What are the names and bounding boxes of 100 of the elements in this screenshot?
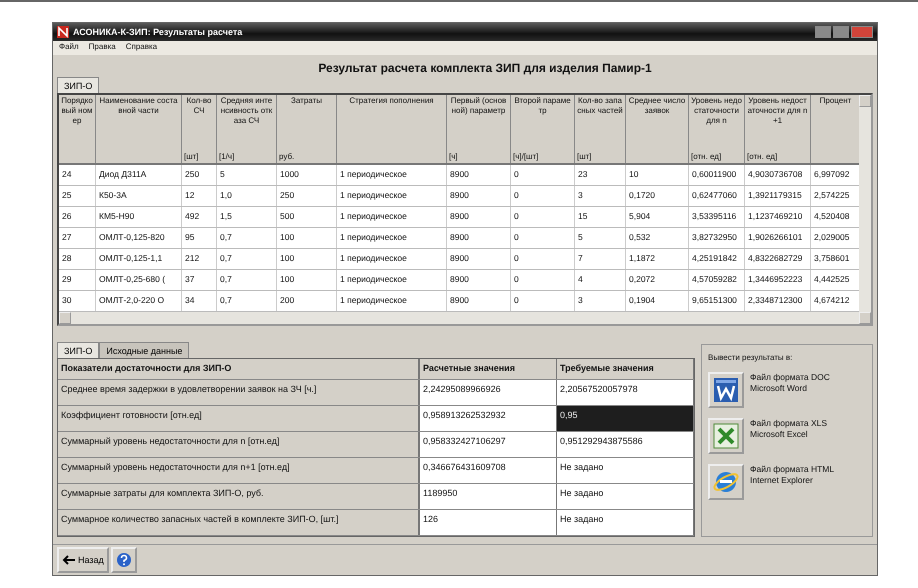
close-button[interactable] bbox=[851, 26, 873, 38]
table-cell: 0,7 bbox=[217, 270, 277, 290]
table-cell: 8900 bbox=[447, 207, 511, 227]
table-cell: 1,3446952223 bbox=[745, 270, 811, 290]
table-cell: 8900 bbox=[447, 291, 511, 311]
help-button[interactable] bbox=[110, 547, 137, 573]
table-cell: 200 bbox=[277, 291, 337, 311]
table-cell: 1 периодическое bbox=[337, 249, 447, 269]
document-icon bbox=[712, 376, 740, 404]
table-cell[interactable]: Не задано bbox=[557, 510, 694, 535]
table-cell: 3,53395116 bbox=[689, 207, 745, 227]
table-cell: 492 bbox=[182, 207, 217, 227]
table-cell: 0,7 bbox=[217, 291, 277, 311]
table-cell: КМ5-Н90 bbox=[96, 207, 182, 227]
table-cell: 250 bbox=[277, 186, 337, 206]
menu-item[interactable]: Правка bbox=[88, 42, 116, 54]
table-cell[interactable]: 0,95 bbox=[557, 406, 694, 431]
column-header: Наименование составной части bbox=[96, 95, 182, 163]
table-cell: 0 bbox=[511, 270, 575, 290]
globe-button[interactable] bbox=[708, 464, 744, 500]
table-cell: 0,7 bbox=[217, 228, 277, 248]
table-cell: 100 bbox=[277, 270, 337, 290]
table-cell[interactable]: Не задано bbox=[557, 484, 694, 509]
table-cell: 0 bbox=[511, 186, 575, 206]
column-header: Показатели достаточности для ЗИП-О bbox=[58, 359, 420, 379]
table-cell: К50-3А bbox=[96, 186, 182, 206]
table-cell: 0,1720 bbox=[626, 186, 689, 206]
table-cell: 8900 bbox=[447, 270, 511, 290]
table-cell: 4,25191842 bbox=[689, 249, 745, 269]
minimize-button[interactable] bbox=[815, 26, 831, 38]
table-cell: 34 bbox=[182, 291, 217, 311]
table-cell: 0,346676431609708 bbox=[420, 458, 557, 483]
table-cell: 8900 bbox=[447, 228, 511, 248]
column-header: Уровень недостаточности для n+1 [отн. ед] bbox=[745, 95, 811, 163]
table-cell: 0,2072 bbox=[626, 270, 689, 290]
tab[interactable]: ЗИП-О bbox=[57, 342, 100, 358]
table-cell: 100 bbox=[277, 249, 337, 269]
window-title: АСОНИКА-К-ЗИП: Результаты расчета bbox=[73, 27, 244, 37]
table-cell: ОМЛТ-0,125-820 bbox=[96, 228, 182, 248]
table-cell: 1,1872 bbox=[626, 249, 689, 269]
tab[interactable]: ЗИП-О bbox=[57, 77, 100, 93]
table-cell: 0,958332427106297 bbox=[420, 432, 557, 457]
table-cell: 0,532 bbox=[626, 228, 689, 248]
horizontal-scrollbar[interactable] bbox=[59, 312, 859, 324]
help-icon bbox=[116, 552, 132, 568]
column-header: Стратегия пополнения bbox=[337, 95, 447, 163]
column-header: Среднее число заявок bbox=[626, 95, 689, 163]
table-cell: 5 bbox=[217, 165, 277, 185]
table-cell: 4,8322682729 bbox=[745, 249, 811, 269]
table-cell: 1,0 bbox=[217, 186, 277, 206]
table-cell: 27 bbox=[59, 228, 96, 248]
table-cell: 10 bbox=[626, 165, 689, 185]
export-label: Файл формата XLS Microsoft Excel bbox=[750, 418, 828, 440]
table-cell: 500 bbox=[277, 207, 337, 227]
table-cell: 26 bbox=[59, 207, 96, 227]
table-cell: ОМЛТ-0,125-1,1 bbox=[96, 249, 182, 269]
table-cell: 8900 bbox=[447, 249, 511, 269]
table-cell: 0 bbox=[511, 207, 575, 227]
column-header: Требуемые значения bbox=[557, 359, 694, 379]
table-cell: 1 периодическое bbox=[337, 207, 447, 227]
document-button[interactable] bbox=[708, 372, 744, 408]
table-cell: 5,904 bbox=[626, 207, 689, 227]
vertical-scrollbar[interactable] bbox=[859, 95, 871, 324]
table-cell: 0,1904 bbox=[626, 291, 689, 311]
table-cell: 0,958913262532932 bbox=[420, 406, 557, 431]
tab[interactable]: Исходные данные bbox=[99, 342, 190, 358]
spreadsheet-icon bbox=[712, 422, 740, 450]
table-cell: 7 bbox=[575, 249, 626, 269]
menu-item[interactable]: Справка bbox=[126, 42, 158, 54]
table-cell: Диод Д311А bbox=[96, 165, 182, 185]
table-cell: 5 bbox=[575, 228, 626, 248]
table-cell: 8900 bbox=[447, 165, 511, 185]
table-cell[interactable]: 0,951292943875586 bbox=[557, 432, 694, 457]
menu-item[interactable]: Файл bbox=[59, 42, 79, 54]
page-heading: Результат расчета комплекта ЗИП для изделия Памир-1 bbox=[317, 60, 653, 77]
table-cell: 4,9030736708 bbox=[745, 165, 811, 185]
table-cell: 250 bbox=[182, 165, 217, 185]
table-cell: 3 bbox=[575, 291, 626, 311]
table-cell: 0 bbox=[511, 291, 575, 311]
export-label: Файл формата DOC Microsoft Word bbox=[750, 372, 830, 394]
table-cell: 1 периодическое bbox=[337, 228, 447, 248]
table-cell: 29 bbox=[59, 270, 96, 290]
column-header: Средняя интенсивность отказа СЧ [1/ч] bbox=[217, 95, 277, 163]
table-cell: ОМЛТ-0,25-680 ( bbox=[96, 270, 182, 290]
column-header: Уровень недостаточности для n [отн. ед] bbox=[689, 95, 745, 163]
table-cell: 1 периодическое bbox=[337, 165, 447, 185]
table-cell[interactable]: 2,20567520057978 bbox=[557, 380, 694, 405]
table-cell: 3,82732950 bbox=[689, 228, 745, 248]
column-header: Первый (основной) параметр [ч] bbox=[447, 95, 511, 163]
table-cell[interactable]: Не задано bbox=[557, 458, 694, 483]
left-arrow-icon bbox=[62, 555, 76, 565]
table-cell: 0,60011900 bbox=[689, 165, 745, 185]
spreadsheet-button[interactable] bbox=[708, 418, 744, 454]
column-header: Затраты руб. bbox=[277, 95, 337, 163]
back-button[interactable]: Назад bbox=[57, 547, 109, 573]
table-cell: 1,9026266101 bbox=[745, 228, 811, 248]
table-cell: 30 bbox=[59, 291, 96, 311]
table-cell: 1 периодическое bbox=[337, 186, 447, 206]
maximize-button[interactable] bbox=[833, 26, 849, 38]
table-cell: 95 bbox=[182, 228, 217, 248]
